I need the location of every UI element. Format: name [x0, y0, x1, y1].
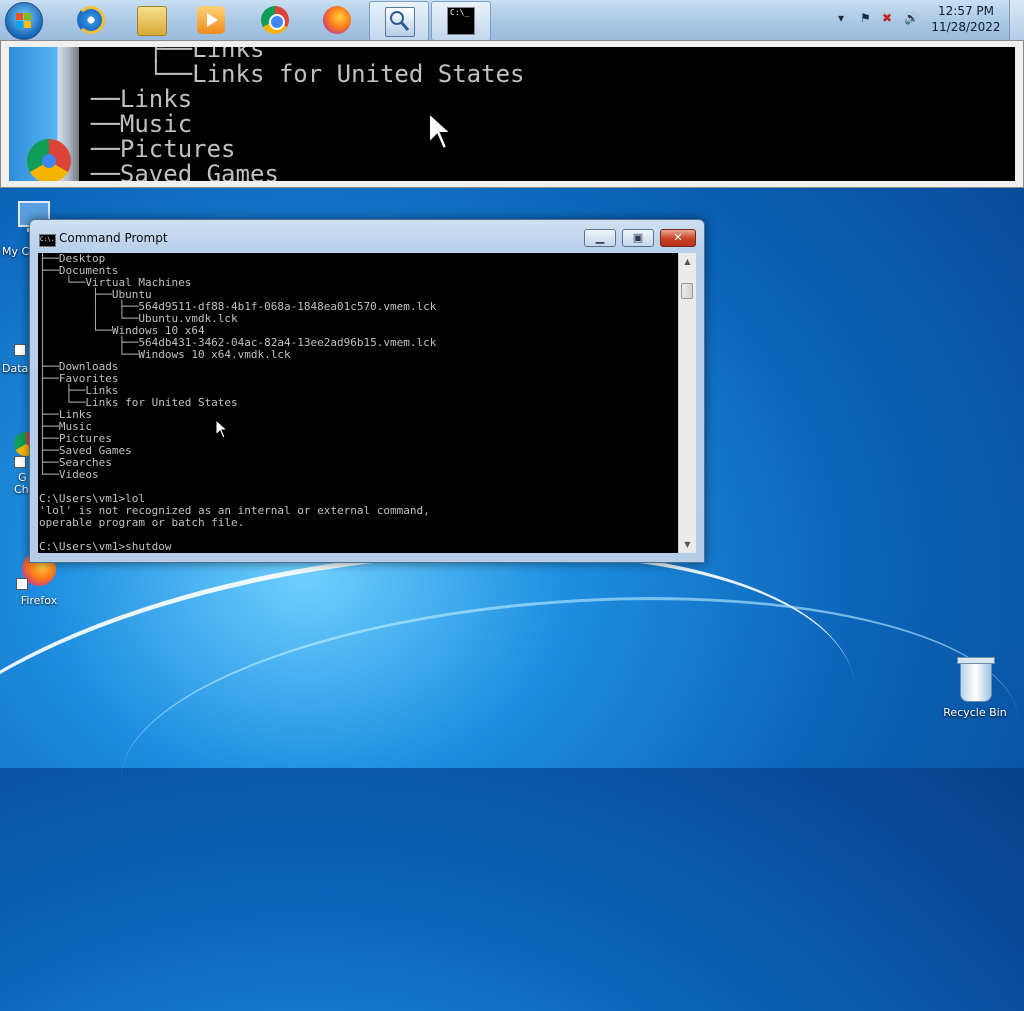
console-prompt-line: C:\Users\vm1>shutdow — [39, 540, 172, 553]
scroll-down-arrow-icon[interactable]: ▼ — [679, 536, 696, 553]
clock[interactable]: 12:57 PM 11/28/2022 — [926, 3, 1006, 35]
magnified-line: ──Pictures — [91, 135, 236, 163]
console-line: └──Videos — [39, 468, 99, 481]
magnified-console-text: ├──Links └──Links for United States ──Lin… — [91, 47, 524, 181]
console-line: ├──Music — [39, 420, 92, 433]
console-line: ├──Saved Games — [39, 444, 132, 457]
chrome-icon — [261, 6, 289, 34]
magnifier-view: ├──Links └──Links for United States ──Lin… — [9, 47, 1015, 181]
action-center-icon[interactable]: ⚑ — [860, 11, 871, 25]
command-prompt-icon: C:\_ — [447, 7, 475, 35]
taskbar: C:\_ ▾ ⚑ ✖ 🔊 12:57 PM 11/28/2022 — [0, 0, 1024, 41]
console-line: ├──Favorites — [39, 372, 119, 385]
close-button[interactable]: ✕ — [660, 229, 696, 247]
volume-icon[interactable]: 🔊 — [904, 11, 919, 25]
network-disconnected-icon[interactable]: ✖ — [882, 11, 892, 25]
windows-logo-icon — [16, 13, 32, 29]
show-desktop-button[interactable] — [1009, 0, 1024, 40]
start-button[interactable] — [5, 2, 43, 40]
media-player-icon — [197, 6, 225, 34]
magnified-mouse-cursor-icon — [428, 111, 453, 151]
show-hidden-icons-icon[interactable]: ▾ — [838, 11, 844, 25]
internet-explorer-icon — [77, 6, 105, 34]
window-title: Command Prompt — [59, 231, 168, 245]
console-line: operable program or batch file. — [39, 516, 245, 529]
command-prompt-icon[interactable]: C:\. — [39, 234, 56, 247]
taskbar-internet-explorer[interactable] — [62, 1, 120, 39]
maximize-button[interactable]: ▣ — [622, 229, 654, 247]
magnifier-icon — [385, 7, 415, 37]
console-line: ├──Desktop — [39, 253, 106, 265]
scroll-up-arrow-icon[interactable]: ▲ — [679, 253, 696, 270]
taskbar-magnifier[interactable] — [369, 1, 429, 41]
console-output[interactable]: ├──Desktop ├──Documents │ └──Virtual Machi… — [38, 253, 678, 553]
console-line: ├──Downloads — [39, 360, 119, 373]
magnified-line: ──Links — [91, 85, 193, 113]
recycle-bin-icon — [940, 657, 1010, 704]
console-line: ├──Searches — [39, 456, 112, 469]
firefox-icon — [323, 6, 351, 34]
minimize-button[interactable]: ▁ — [584, 229, 616, 247]
magnified-line: └──Links for United States — [91, 60, 525, 88]
taskbar-media-player[interactable] — [182, 1, 240, 39]
clock-time: 12:57 PM — [938, 4, 994, 18]
vertical-scrollbar[interactable]: ▲ ▼ — [678, 253, 696, 553]
mouse-cursor-icon — [215, 419, 228, 439]
magnified-chrome-icon — [27, 139, 71, 181]
desktop-icon-recycle-bin[interactable]: Recycle Bin — [940, 657, 1010, 719]
magnified-line: ──Saved Games — [91, 160, 279, 182]
desktop-icon-label: Firefox — [20, 594, 58, 607]
taskbar-windows-explorer[interactable] — [122, 1, 180, 39]
taskbar-command-prompt[interactable]: C:\_ — [431, 1, 491, 41]
console-line: ├──Pictures — [39, 432, 112, 445]
console-line: │ └──Windows 10 x64.vmdk.lck — [39, 348, 291, 361]
desktop-icon-label: Recycle Bin — [943, 706, 1007, 719]
scrollbar-thumb[interactable] — [681, 283, 693, 299]
taskbar-firefox[interactable] — [308, 1, 366, 39]
window-titlebar[interactable]: C:\. Command Prompt ▁ ▣ ✕ — [30, 220, 704, 252]
console-line: ├──Links — [39, 408, 92, 421]
taskbar-chrome[interactable] — [246, 1, 304, 39]
console-line: │ └──Links for United States — [39, 396, 238, 409]
folder-icon — [137, 6, 167, 36]
magnifier-window: ├──Links └──Links for United States ──Lin… — [0, 40, 1024, 188]
clock-date: 11/28/2022 — [931, 20, 1001, 34]
command-prompt-window[interactable]: C:\. Command Prompt ▁ ▣ ✕ ├──Desktop ├──D… — [29, 219, 705, 563]
magnified-line: ──Music — [91, 110, 193, 138]
system-tray: ▾ ⚑ ✖ 🔊 — [838, 11, 928, 29]
